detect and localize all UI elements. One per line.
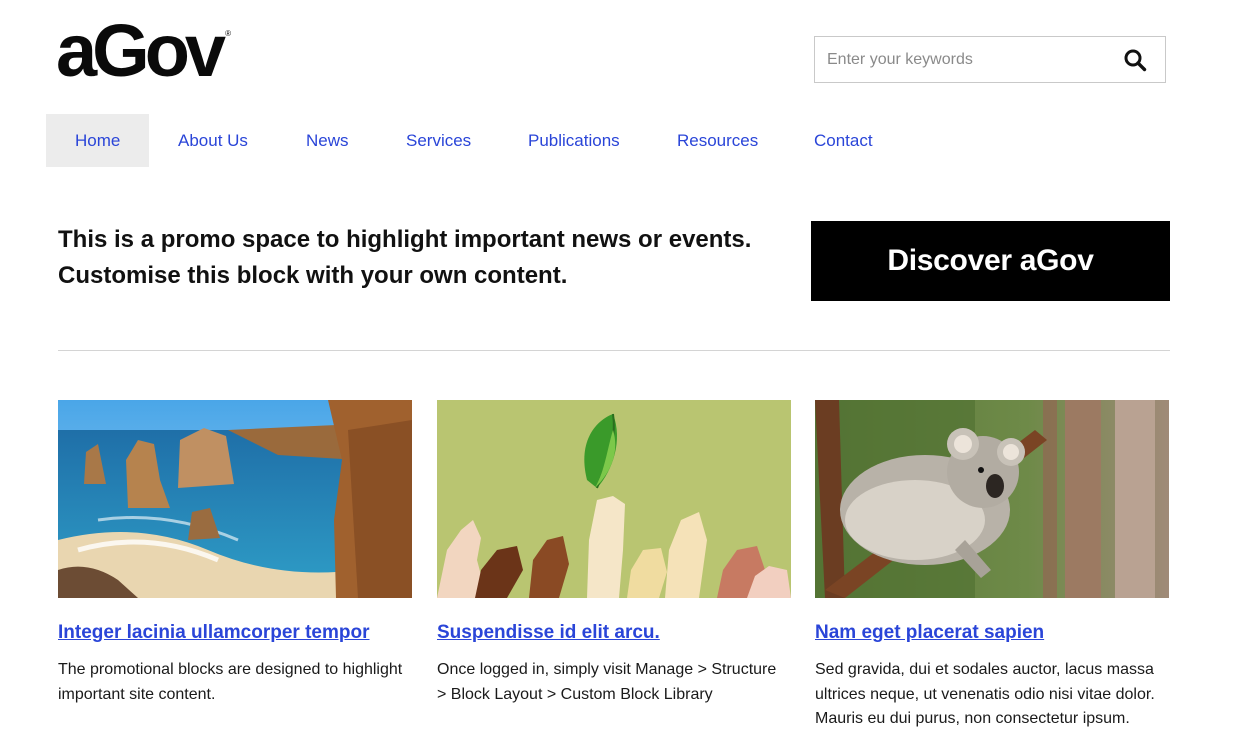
promo-line-2: Customise this block with your own conte… bbox=[58, 262, 568, 289]
registered-mark: ® bbox=[225, 29, 231, 38]
promo-line-1: This is a promo space to highlight impor… bbox=[58, 226, 752, 253]
promo-card: Integer lacinia ullamcorper tempor The p… bbox=[58, 400, 412, 707]
discover-button[interactable]: Discover aGov bbox=[811, 221, 1170, 301]
search-input[interactable] bbox=[815, 37, 1105, 82]
coastal-cliffs-image[interactable] bbox=[58, 400, 412, 598]
main-nav: Home About Us News Services Publications… bbox=[46, 114, 895, 167]
card-body: The promotional blocks are designed to h… bbox=[58, 661, 403, 703]
search-box bbox=[814, 36, 1166, 83]
nav-item-about-us[interactable]: About Us bbox=[149, 114, 277, 167]
card-title[interactable]: Integer lacinia ullamcorper tempor bbox=[58, 622, 412, 644]
nav-item-publications[interactable]: Publications bbox=[499, 114, 648, 167]
logo-text: aGov bbox=[56, 9, 226, 92]
hands-leaf-illustration[interactable] bbox=[437, 400, 791, 598]
promo-card: Nam eget placerat sapien Sed gravida, du… bbox=[815, 400, 1169, 732]
site-logo[interactable]: aGov ® bbox=[56, 14, 231, 88]
nav-item-resources[interactable]: Resources bbox=[648, 114, 785, 167]
card-body: Sed gravida, dui et sodales auctor, lacu… bbox=[815, 661, 1155, 727]
card-body: Once logged in, simply visit Manage > St… bbox=[437, 661, 777, 703]
promo-text: This is a promo space to highlight impor… bbox=[58, 222, 788, 294]
nav-item-services[interactable]: Services bbox=[377, 114, 499, 167]
koala-image[interactable] bbox=[815, 400, 1169, 598]
card-title[interactable]: Suspendisse id elit arcu. bbox=[437, 622, 791, 644]
nav-item-news[interactable]: News bbox=[277, 114, 377, 167]
promo-card: Suspendisse id elit arcu. Once logged in… bbox=[437, 400, 791, 707]
search-button[interactable] bbox=[1105, 37, 1165, 82]
nav-item-home[interactable]: Home bbox=[46, 114, 149, 167]
nav-item-contact[interactable]: Contact bbox=[785, 114, 895, 167]
section-divider bbox=[58, 350, 1170, 351]
search-icon bbox=[1124, 49, 1147, 71]
card-title[interactable]: Nam eget placerat sapien bbox=[815, 622, 1169, 644]
